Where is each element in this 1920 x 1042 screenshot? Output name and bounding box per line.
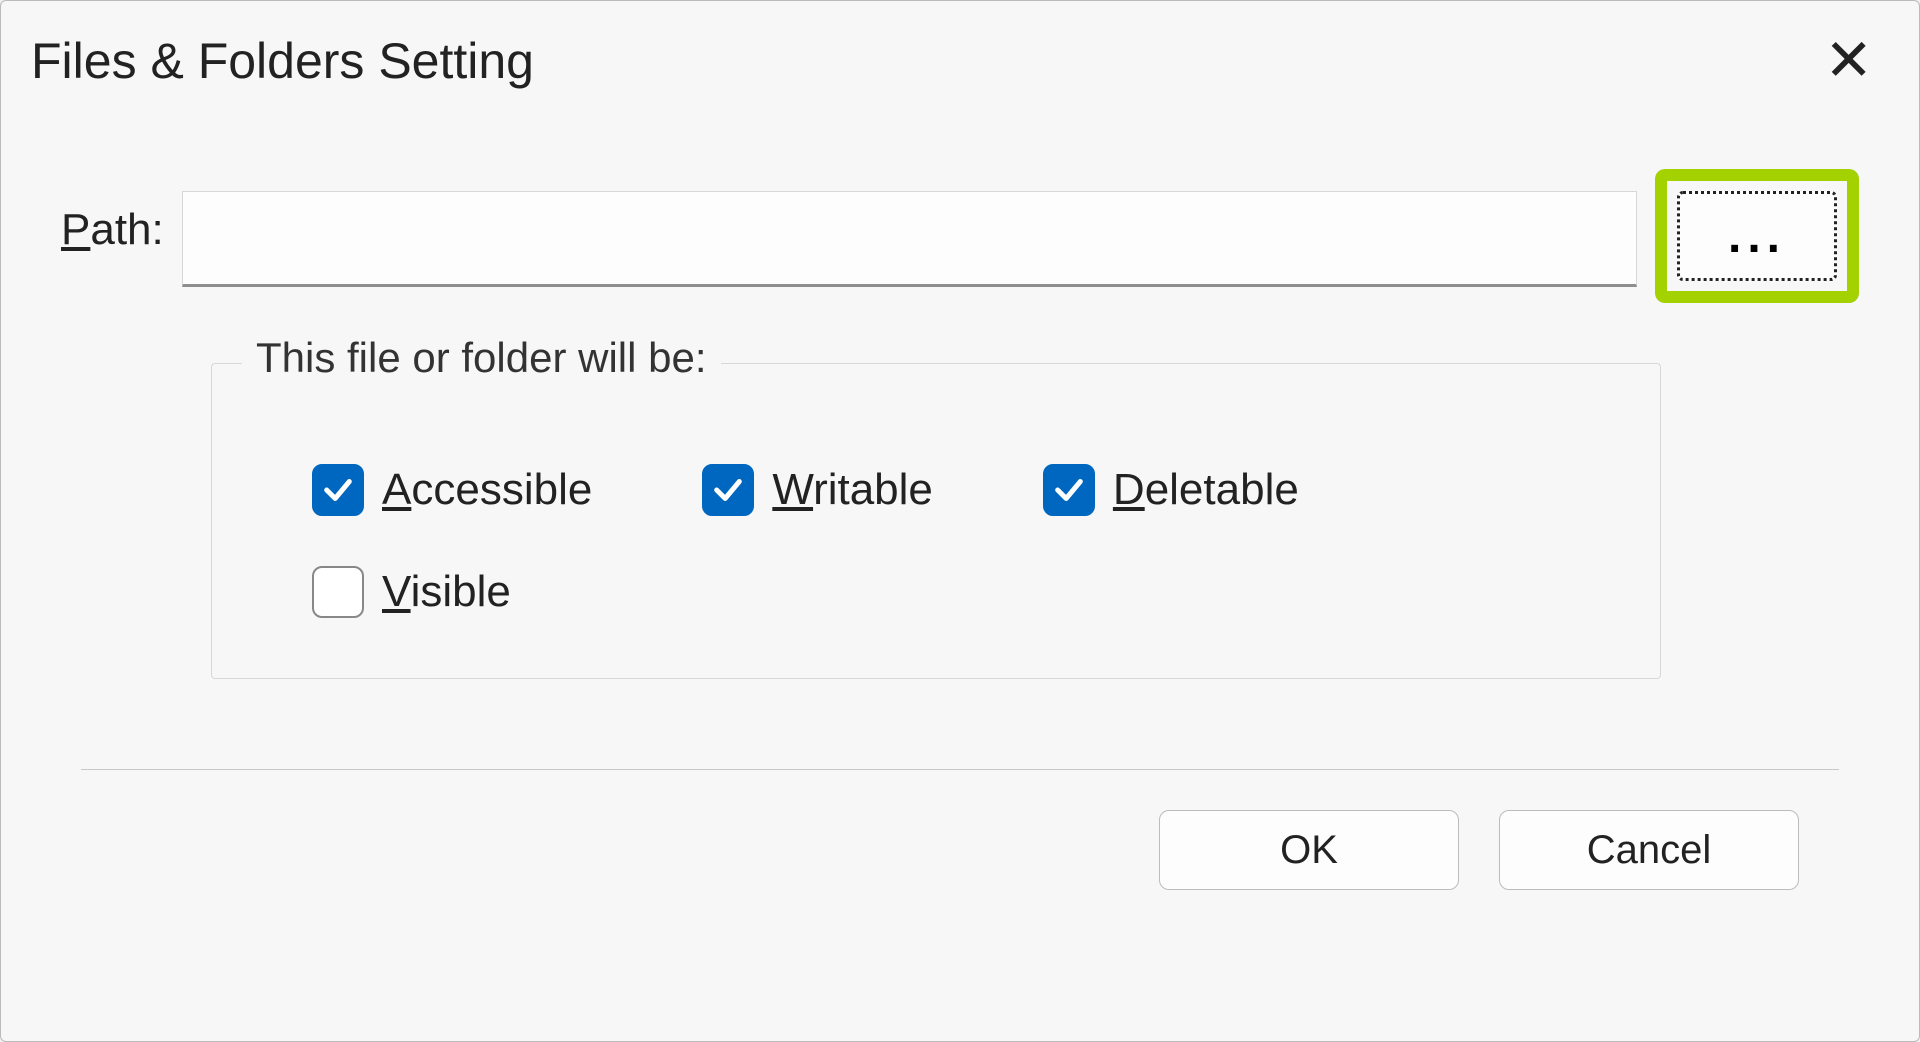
deletable-label: Deletable <box>1113 465 1299 515</box>
visible-label: Visible <box>382 567 511 617</box>
path-input[interactable] <box>182 191 1637 287</box>
dialog-title: Files & Folders Setting <box>31 32 534 90</box>
deletable-checkbox[interactable] <box>1043 464 1095 516</box>
dialog-buttons: OK Cancel <box>61 770 1859 930</box>
accessible-checkbox[interactable] <box>312 464 364 516</box>
groupbox-legend: This file or folder will be: <box>242 334 721 382</box>
close-button[interactable]: ✕ <box>1808 24 1889 98</box>
ok-button[interactable]: OK <box>1159 810 1459 890</box>
visible-checkbox-item[interactable]: Visible <box>312 566 511 618</box>
path-label: Path: <box>61 161 164 255</box>
browse-button[interactable]: ... <box>1677 191 1837 281</box>
visible-checkbox[interactable] <box>312 566 364 618</box>
path-row: Path: ... <box>61 161 1859 303</box>
permissions-row-1: Accessible Writable Deletable <box>312 464 1600 516</box>
writable-checkbox-item[interactable]: Writable <box>702 464 933 516</box>
close-icon: ✕ <box>1824 28 1873 93</box>
deletable-checkbox-item[interactable]: Deletable <box>1043 464 1299 516</box>
accessible-checkbox-item[interactable]: Accessible <box>312 464 592 516</box>
cancel-button[interactable]: Cancel <box>1499 810 1799 890</box>
permissions-groupbox: This file or folder will be: Accessible … <box>211 363 1661 679</box>
accessible-label: Accessible <box>382 465 592 515</box>
writable-checkbox[interactable] <box>702 464 754 516</box>
titlebar: Files & Folders Setting ✕ <box>1 1 1919 121</box>
dialog-body: Path: ... This file or folder will be: A… <box>1 121 1919 1041</box>
files-folders-setting-dialog: Files & Folders Setting ✕ Path: ... This… <box>0 0 1920 1042</box>
check-icon <box>321 473 355 507</box>
check-icon <box>711 473 745 507</box>
writable-label: Writable <box>772 465 933 515</box>
permissions-row-2: Visible <box>312 566 1600 618</box>
browse-highlight: ... <box>1655 169 1859 303</box>
check-icon <box>1052 473 1086 507</box>
